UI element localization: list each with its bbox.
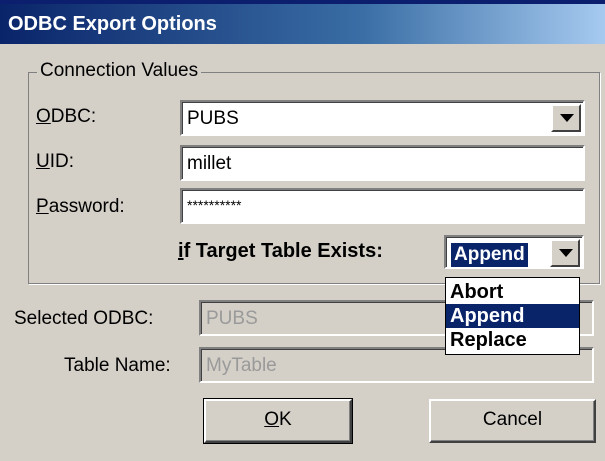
target-dropdown-list: Abort Append Replace — [445, 277, 580, 355]
password-field[interactable]: ********** — [180, 188, 585, 224]
target-table-exists-combo[interactable]: Append — [444, 235, 584, 269]
target-label-rest: f Target Table Exists: — [183, 240, 383, 262]
option-append[interactable]: Append — [446, 304, 579, 328]
password-label-rest: assword: — [48, 196, 125, 217]
dialog-body: Connection Values ODBC: PUBS UID: millet… — [0, 44, 605, 461]
uid-field[interactable]: millet — [180, 145, 585, 181]
selected-odbc-label: Selected ODBC: — [14, 308, 154, 329]
target-selected-value: Append — [451, 243, 528, 267]
password-value: ********** — [187, 197, 242, 213]
ok-label-accelerator: O — [264, 409, 280, 430]
uid-label: UID: — [36, 151, 74, 173]
chevron-down-icon — [559, 249, 573, 257]
password-label-accelerator: P — [36, 196, 49, 217]
password-label: Password: — [36, 196, 125, 218]
chevron-down-icon — [560, 114, 574, 122]
selected-odbc-value: PUBS — [206, 308, 258, 329]
odbc-combo[interactable]: PUBS — [180, 100, 585, 136]
ok-label-rest: K — [279, 409, 292, 430]
uid-value: millet — [187, 153, 232, 174]
odbc-dropdown-button[interactable] — [551, 104, 581, 132]
odbc-label-accelerator: O — [36, 106, 51, 127]
odbc-value: PUBS — [187, 108, 239, 129]
table-name-value: MyTable — [206, 355, 277, 376]
ok-button[interactable]: OK — [203, 398, 353, 444]
group-legend: Connection Values — [37, 60, 202, 82]
odbc-label: ODBC: — [36, 106, 96, 128]
odbc-label-rest: DBC: — [50, 106, 97, 127]
option-abort[interactable]: Abort — [446, 280, 579, 304]
option-replace[interactable]: Replace — [446, 328, 579, 352]
uid-label-rest: ID: — [49, 151, 75, 172]
cancel-button[interactable]: Cancel — [429, 399, 596, 443]
window-title: ODBC Export Options — [8, 13, 217, 35]
target-dropdown-button[interactable] — [550, 239, 580, 267]
target-table-exists-label: if Target Table Exists: — [178, 240, 383, 263]
table-name-label: Table Name: — [64, 355, 171, 376]
title-bar[interactable]: ODBC Export Options — [0, 4, 605, 44]
uid-label-accelerator: U — [36, 151, 50, 172]
